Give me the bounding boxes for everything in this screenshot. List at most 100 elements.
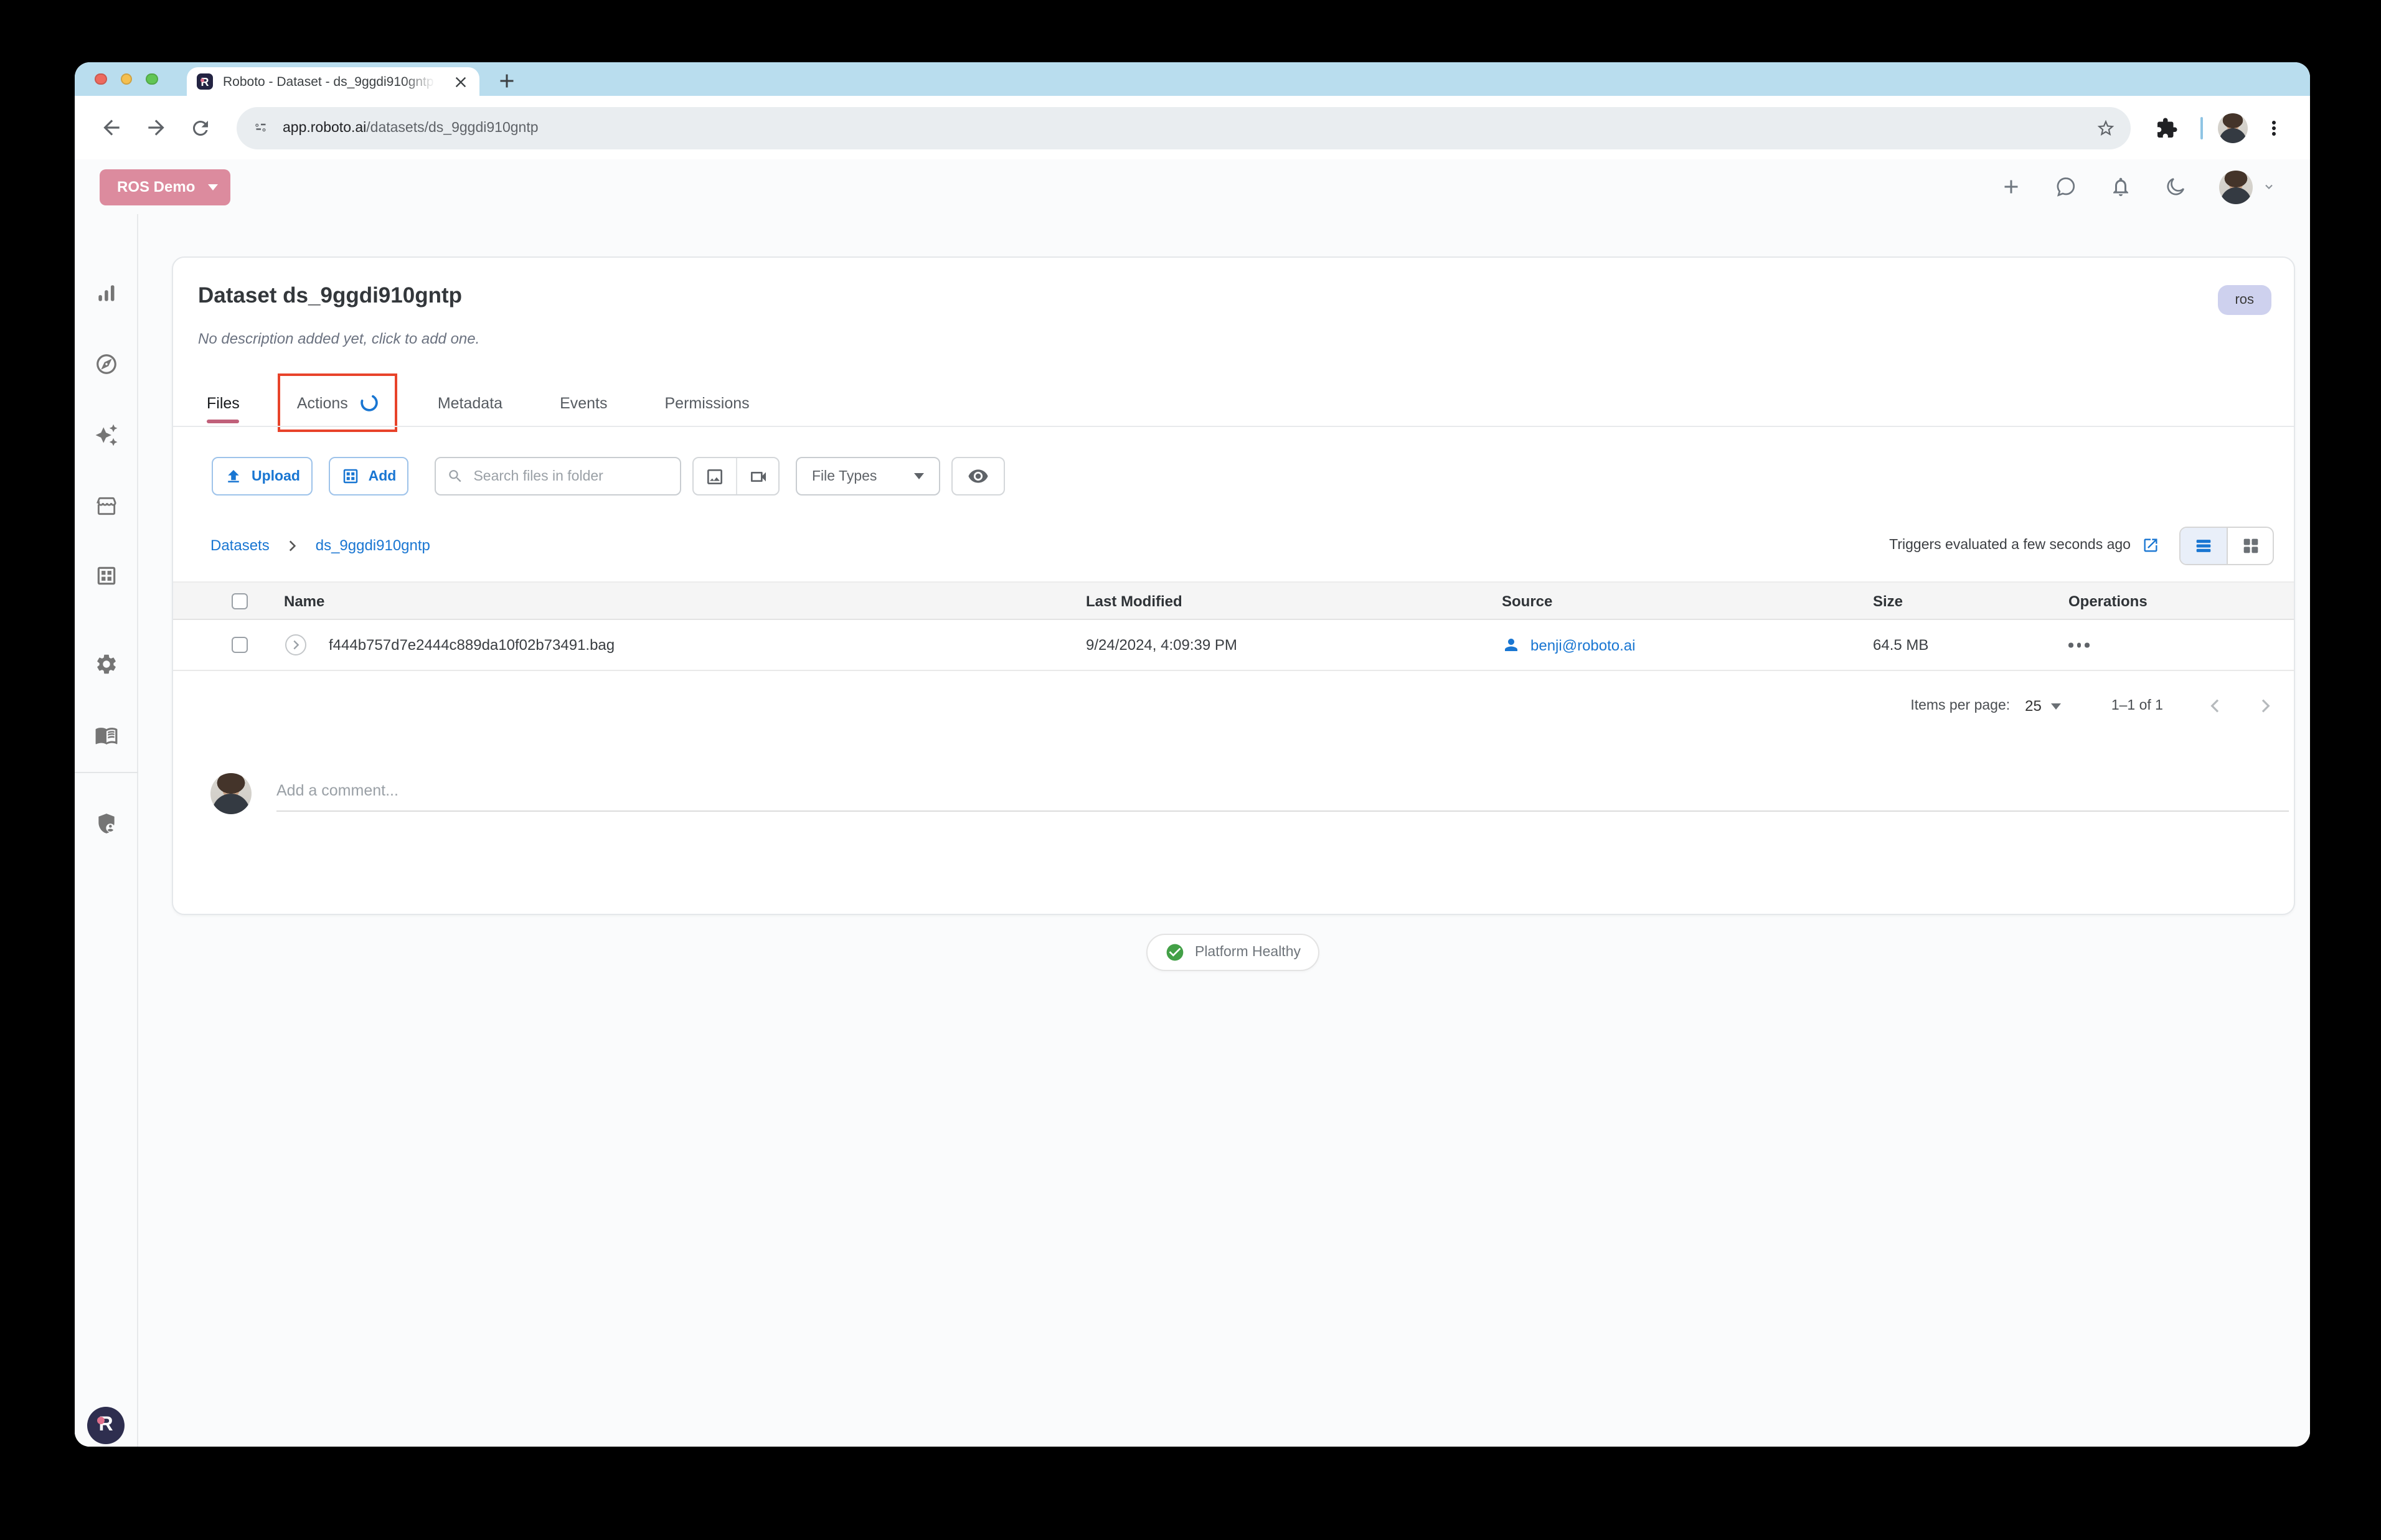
- create-new-icon[interactable]: [2000, 176, 2022, 198]
- file-types-select[interactable]: File Types: [796, 457, 940, 495]
- eye-icon: [968, 466, 989, 487]
- description-hint[interactable]: No description added yet, click to add o…: [198, 330, 479, 347]
- browser-window: R Roboto - Dataset - ds_9ggdi910gntp: [75, 62, 2310, 1447]
- expand-row-icon[interactable]: [285, 634, 306, 655]
- row-operations-menu-icon[interactable]: [2068, 643, 2089, 647]
- per-page-value: 25: [2025, 697, 2042, 715]
- per-page-select[interactable]: 25: [2025, 697, 2062, 715]
- forward-icon[interactable]: [137, 109, 174, 146]
- dark-mode-moon-icon[interactable]: [2164, 176, 2187, 198]
- comment-composer: [210, 773, 2289, 823]
- video-filter-icon[interactable]: [736, 458, 778, 494]
- open-in-new-icon[interactable]: [2142, 537, 2159, 554]
- chevron-down-icon: [914, 473, 924, 479]
- tab-permissions[interactable]: Permissions: [665, 382, 750, 423]
- image-filter-icon[interactable]: [694, 458, 736, 494]
- org-name: ROS Demo: [117, 178, 195, 195]
- close-window-button[interactable]: [95, 73, 106, 85]
- next-page-icon[interactable]: [2255, 696, 2275, 716]
- page-title: Dataset ds_9ggdi910gntp: [198, 283, 462, 309]
- user-menu[interactable]: [2219, 170, 2275, 204]
- back-icon[interactable]: [92, 109, 130, 146]
- window-controls: [95, 73, 158, 85]
- browser-profile-avatar[interactable]: [2218, 113, 2248, 143]
- bar-chart-icon[interactable]: [95, 281, 118, 305]
- minimize-window-button[interactable]: [120, 73, 132, 85]
- bookmark-star-icon[interactable]: [2095, 118, 2115, 138]
- dataset-tag-chip[interactable]: ros: [2217, 285, 2271, 315]
- file-search[interactable]: [435, 457, 681, 495]
- zoom-window-button[interactable]: [146, 73, 158, 85]
- tab-files[interactable]: Files: [207, 382, 240, 423]
- extensions-icon[interactable]: [2148, 109, 2185, 146]
- chevron-down-icon: [2263, 181, 2275, 193]
- row-checkbox[interactable]: [232, 637, 248, 653]
- tab-events-label: Events: [560, 394, 607, 411]
- check-circle-icon: [1165, 942, 1185, 962]
- table-header: Name Last Modified Source Size Operation…: [173, 581, 2294, 620]
- platform-health-badge[interactable]: Platform Healthy: [1146, 934, 1319, 971]
- new-tab-button[interactable]: [496, 70, 518, 92]
- comment-field[interactable]: [276, 773, 2289, 812]
- upload-button[interactable]: Upload: [212, 457, 313, 495]
- grid-icon[interactable]: [95, 564, 118, 588]
- tabs-divider: [173, 426, 2294, 427]
- chevron-down-icon: [2052, 703, 2062, 709]
- side-navigation: R: [75, 214, 138, 1447]
- tab-metadata-label: Metadata: [438, 394, 502, 411]
- breadcrumb-current[interactable]: ds_9ggdi910gntp: [316, 537, 430, 554]
- sparkles-icon[interactable]: [95, 423, 118, 447]
- select-all-checkbox[interactable]: [232, 593, 248, 609]
- person-icon: [1502, 636, 1521, 654]
- grid-view-button[interactable]: [2227, 527, 2273, 563]
- browser-tab-strip: R Roboto - Dataset - ds_9ggdi910gntp: [75, 62, 2310, 96]
- loading-spinner-icon: [359, 392, 380, 413]
- url-bar[interactable]: app.roboto.ai/datasets/ds_9ggdi910gntp: [237, 106, 2130, 149]
- roboto-favicon: R: [197, 73, 213, 90]
- search-input[interactable]: [473, 469, 669, 484]
- reload-icon[interactable]: [182, 109, 219, 146]
- browser-toolbar: app.roboto.ai/datasets/ds_9ggdi910gntp: [75, 96, 2310, 159]
- column-last-modified: Last Modified: [1086, 592, 1182, 609]
- visibility-toggle-button[interactable]: [951, 457, 1005, 495]
- view-toggle: [2179, 526, 2274, 565]
- org-switcher-button[interactable]: ROS Demo: [100, 169, 230, 205]
- chevron-right-icon: [285, 537, 301, 553]
- url-host: app.roboto.ai: [283, 120, 366, 135]
- tab-actions-label: Actions: [297, 394, 348, 411]
- list-view-icon: [2193, 535, 2214, 556]
- previous-page-icon[interactable]: [2205, 696, 2225, 716]
- site-info-icon[interactable]: [252, 118, 270, 137]
- browser-tab[interactable]: R Roboto - Dataset - ds_9ggdi910gntp: [187, 67, 479, 96]
- feedback-chat-icon[interactable]: [2055, 176, 2077, 198]
- settings-gear-icon[interactable]: [95, 652, 118, 676]
- compass-icon[interactable]: [95, 352, 118, 376]
- tab-files-label: Files: [207, 394, 240, 411]
- list-view-button[interactable]: [2181, 527, 2227, 563]
- table-row[interactable]: f444b757d7e2444c889da10f02b73491.bag 9/2…: [173, 620, 2294, 671]
- tab-actions[interactable]: Actions: [297, 382, 380, 423]
- screen: R Roboto - Dataset - ds_9ggdi910gntp: [0, 0, 2381, 1540]
- file-source-email[interactable]: benji@roboto.ai: [1530, 636, 1635, 654]
- breadcrumb-datasets-link[interactable]: Datasets: [210, 537, 270, 554]
- column-size: Size: [1873, 592, 1903, 609]
- add-button[interactable]: Add: [329, 457, 408, 495]
- comment-input[interactable]: [276, 773, 2289, 799]
- tab-metadata[interactable]: Metadata: [438, 382, 502, 423]
- storefront-icon[interactable]: [95, 494, 118, 518]
- tab-title: Roboto - Dataset - ds_9ggdi910gntp: [223, 74, 442, 89]
- notifications-bell-icon[interactable]: [2110, 176, 2132, 198]
- roboto-app: ROS Demo: [75, 159, 2310, 1447]
- tab-events[interactable]: Events: [560, 382, 607, 423]
- admin-shield-icon[interactable]: [95, 812, 118, 835]
- tab-close-icon[interactable]: [452, 73, 469, 90]
- items-per-page-label: Items per page:: [1910, 698, 2010, 713]
- files-table: Name Last Modified Source Size Operation…: [173, 581, 2294, 671]
- file-name[interactable]: f444b757d7e2444c889da10f02b73491.bag: [329, 636, 615, 654]
- add-grid-icon: [341, 467, 360, 486]
- docs-book-icon[interactable]: [95, 723, 118, 747]
- file-source-link[interactable]: benji@roboto.ai: [1502, 636, 1635, 654]
- app-body: R Dataset ds_9ggdi910gntp ros No descrip…: [75, 214, 2310, 1447]
- user-avatar[interactable]: [2219, 170, 2253, 204]
- browser-menu-icon[interactable]: [2255, 109, 2293, 146]
